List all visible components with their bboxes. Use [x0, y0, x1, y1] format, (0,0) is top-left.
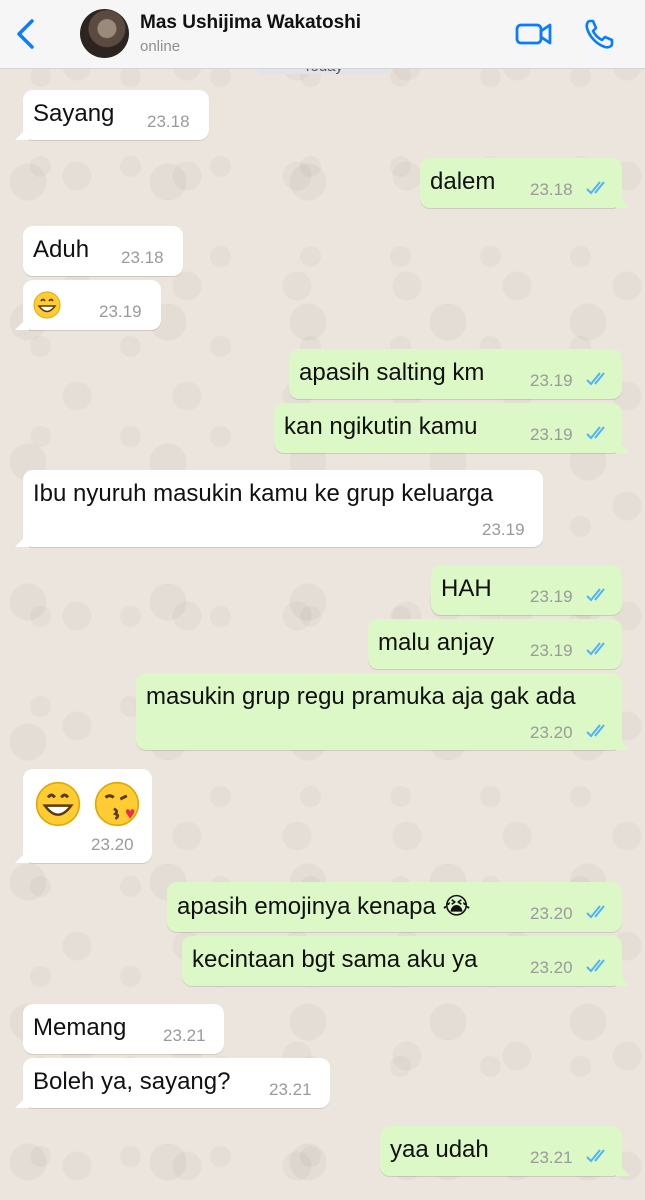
double-check-icon	[586, 905, 605, 919]
double-check-icon	[586, 1149, 605, 1163]
message-text: dalem	[430, 168, 496, 195]
message-bubble-outgoing[interactable]: malu anjay 23.19	[368, 619, 622, 669]
message-text: yaa udah	[390, 1136, 489, 1163]
double-check-icon	[586, 959, 605, 973]
message-time: 23.21	[530, 1148, 573, 1167]
message-bubble-incoming[interactable]: Ibu nyuruh masukin kamu ke grup keluarga…	[15, 470, 543, 547]
message-time: 23.18	[147, 112, 190, 131]
contact-name[interactable]: Mas Ushijima Wakatoshi	[140, 12, 361, 34]
message-bubble-outgoing[interactable]: apasih emojinya kenapa 😭 23.20	[167, 882, 622, 932]
message-text: kecintaan bgt sama aku ya	[192, 946, 478, 973]
message-bubble-incoming[interactable]: Memang 23.21	[23, 1004, 224, 1054]
message-text	[33, 290, 61, 319]
message-text: Boleh ya, sayang?	[33, 1068, 231, 1095]
kissing-face-emoji	[94, 781, 139, 827]
double-check-icon	[586, 724, 605, 738]
message-time: 23.21	[163, 1026, 206, 1045]
avatar[interactable]	[80, 9, 129, 58]
phone-icon[interactable]	[584, 18, 614, 50]
message-time: 23.19	[99, 302, 142, 321]
contact-status: online	[140, 38, 181, 55]
message-time: 23.20	[530, 904, 573, 923]
message-bubble-outgoing[interactable]: dalem 23.18	[420, 158, 630, 208]
message-time: 23.19	[530, 641, 573, 660]
message-time: 23.20	[91, 835, 134, 854]
message-bubble-outgoing[interactable]: kan ngikutin kamu 23.19	[274, 403, 630, 453]
message-time: 23.18	[121, 248, 164, 267]
message-text	[35, 781, 140, 827]
back-chevron-icon[interactable]	[14, 18, 40, 50]
message-text: Memang	[33, 1014, 127, 1041]
message-text: HAH	[441, 575, 492, 602]
grinning-face-emoji	[33, 291, 61, 319]
message-text: Ibu nyuruh masukin kamu ke grup keluarga	[33, 480, 494, 507]
message-bubble-outgoing[interactable]: HAH 23.19	[431, 565, 622, 615]
message-text: masukin grup regu pramuka aja gak ada	[146, 683, 576, 710]
message-bubble-outgoing[interactable]: yaa udah 23.21	[380, 1126, 630, 1176]
video-call-icon[interactable]	[515, 20, 553, 48]
message-text: Aduh	[33, 236, 90, 263]
message-time: 23.20	[530, 723, 573, 742]
double-check-icon	[586, 372, 605, 386]
double-check-icon	[586, 181, 605, 195]
message-time: 23.21	[269, 1080, 312, 1099]
message-bubble-outgoing[interactable]: apasih salting km 23.19	[289, 349, 622, 399]
chat-screen: Mas Ushijima Wakatoshi online Today Saya…	[0, 0, 645, 1200]
double-check-icon	[586, 642, 605, 656]
message-bubble-incoming[interactable]: Boleh ya, sayang? 23.21	[15, 1058, 330, 1108]
message-bubble-outgoing[interactable]: masukin grup regu pramuka aja gak ada 23…	[136, 673, 630, 750]
message-time: 23.19	[530, 425, 573, 444]
message-time: 23.19	[530, 587, 573, 606]
message-bubble-incoming[interactable]: Sayang 23.18	[15, 90, 209, 140]
message-text: Sayang	[33, 100, 115, 127]
double-check-icon	[586, 426, 605, 440]
message-bubble-incoming[interactable]: 23.20	[15, 769, 152, 863]
message-time: 23.18	[530, 180, 573, 199]
message-bubble-incoming[interactable]: Aduh 23.18	[23, 226, 183, 276]
message-bubble-outgoing[interactable]: kecintaan bgt sama aku ya 23.20	[182, 936, 630, 986]
message-text: malu anjay	[378, 629, 495, 656]
message-text: kan ngikutin kamu	[284, 413, 478, 440]
message-text: apasih salting km	[299, 359, 485, 386]
message-time: 23.19	[530, 371, 573, 390]
grinning-face-emoji	[35, 781, 81, 827]
message-time: 23.20	[530, 958, 573, 977]
message-bubble-incoming[interactable]: 23.19	[15, 280, 161, 330]
chat-header: Mas Ushijima Wakatoshi online	[0, 0, 645, 69]
message-time: 23.19	[482, 520, 525, 539]
double-check-icon	[586, 588, 605, 602]
message-text: apasih emojinya kenapa 😭	[177, 893, 471, 920]
